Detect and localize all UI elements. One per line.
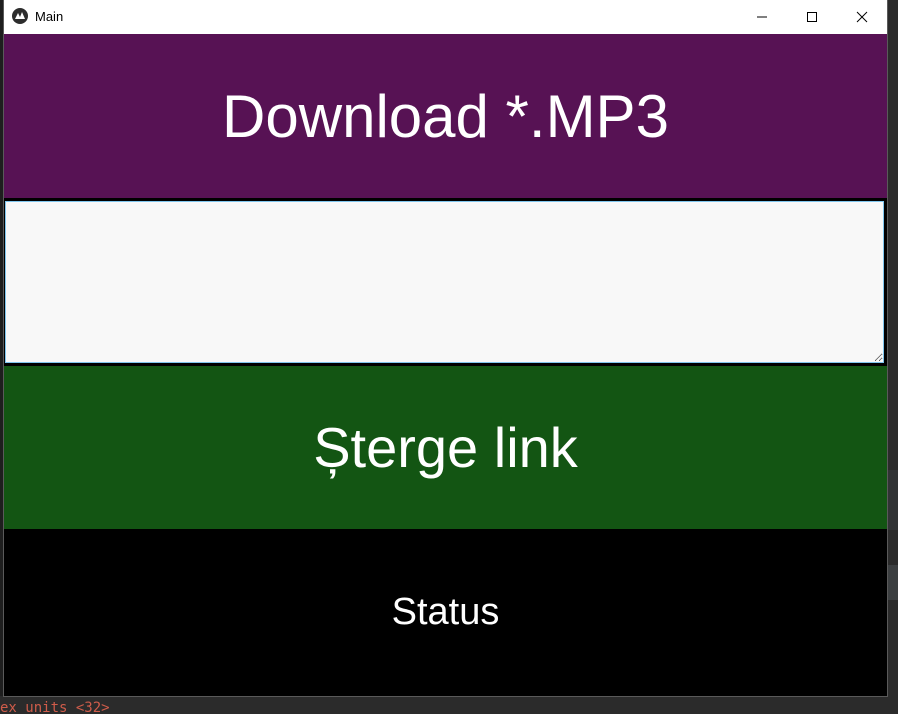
clear-link-label: Șterge link <box>313 416 578 479</box>
app-window: Main Download *.MP3 Șterge link Status <box>4 0 887 696</box>
maximize-icon <box>807 12 817 22</box>
close-button[interactable] <box>839 0 885 34</box>
clear-link-button[interactable]: Șterge link <box>4 366 887 529</box>
background-band <box>887 470 898 530</box>
status-label: Status <box>4 529 887 696</box>
maximize-button[interactable] <box>789 0 835 34</box>
download-mp3-label: Download *.MP3 <box>222 82 669 150</box>
minimize-icon <box>757 16 767 18</box>
title-bar[interactable]: Main <box>4 0 887 34</box>
download-mp3-button[interactable]: Download *.MP3 <box>4 34 887 198</box>
status-text: Status <box>391 591 500 633</box>
background-editor-bottom: ex_units <32> <box>0 696 898 714</box>
background-code-fragment: ex_units <32> <box>0 700 110 714</box>
close-icon <box>856 11 868 23</box>
background-band <box>887 0 898 470</box>
background-band <box>887 565 898 600</box>
kivy-icon <box>12 8 28 24</box>
window-title: Main <box>35 9 64 24</box>
background-editor-right <box>887 0 898 714</box>
link-input[interactable] <box>5 201 884 363</box>
minimize-button[interactable] <box>739 0 785 34</box>
